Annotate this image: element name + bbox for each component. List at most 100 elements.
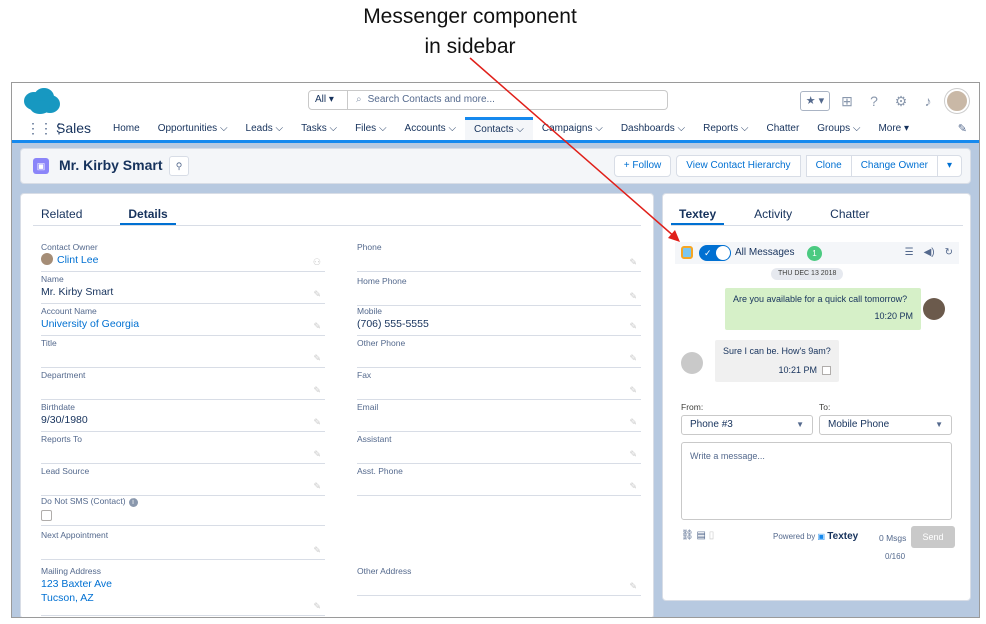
edit-pencil-icon[interactable]: ✎ xyxy=(313,385,321,396)
plus-icon[interactable]: ⊞ xyxy=(837,91,857,111)
edit-pencil-icon[interactable]: ✎ xyxy=(313,417,321,428)
speaker-icon[interactable]: ◀) xyxy=(924,242,935,264)
attach-icon[interactable]: ⛓ xyxy=(681,530,694,541)
nav-item[interactable]: Dashboards ⌵ xyxy=(612,117,694,140)
user-avatar[interactable] xyxy=(945,89,969,113)
help-icon[interactable]: ? xyxy=(864,91,884,111)
field-value[interactable]: University of Georgia xyxy=(41,317,325,331)
field-right-0: Phone ✎ xyxy=(357,242,641,272)
edit-pencil-icon[interactable]: ✎ xyxy=(629,417,637,428)
do-not-sms-checkbox[interactable] xyxy=(41,510,52,521)
nav-item[interactable]: More ▾ xyxy=(869,117,918,140)
field-value[interactable]: 123 Baxter Ave xyxy=(41,577,325,591)
field-value xyxy=(357,253,641,267)
field-right-8: Other Address ✎ xyxy=(357,566,641,596)
field-label: Department xyxy=(41,370,86,380)
nav-item[interactable]: Leads ⌵ xyxy=(237,117,293,140)
messenger-tab[interactable]: Activity xyxy=(746,204,800,225)
message-counter: 0 Msgs xyxy=(879,533,907,543)
annotation-caption: Messenger component in sidebar xyxy=(300,2,640,62)
nav-item[interactable]: Contacts ⌵ xyxy=(465,117,533,140)
messenger-tab[interactable]: Textey xyxy=(671,204,725,225)
edit-pencil-icon[interactable]: ✎ xyxy=(313,545,321,556)
edit-pencil-icon[interactable]: ✎ xyxy=(629,581,637,592)
nav-item[interactable]: Campaigns ⌵ xyxy=(533,117,612,140)
character-count: 0/160 xyxy=(885,552,906,561)
edit-nav-icon[interactable]: ✎ xyxy=(958,122,967,135)
field-label: Reports To xyxy=(41,434,82,444)
field-value: Mr. Kirby Smart xyxy=(41,286,114,298)
from-select[interactable]: Phone #3 ▼ xyxy=(681,415,813,435)
edit-pencil-icon[interactable]: ✎ xyxy=(313,481,321,492)
nav-bar: ⋮⋮⋮ Sales Home Opportunities ⌵ Leads ⌵ Task… xyxy=(12,117,979,143)
bell-icon[interactable]: ♪ xyxy=(918,91,938,111)
message-textarea[interactable]: Write a message... xyxy=(681,442,952,520)
field-label: Assistant xyxy=(357,434,392,444)
change-owner-button[interactable]: Change Owner xyxy=(850,155,938,177)
filter-list-icon[interactable]: ☰ xyxy=(905,242,914,264)
global-search-input[interactable]: ⌕ Search Contacts and more... xyxy=(348,90,668,110)
follow-button[interactable]: + Follow xyxy=(613,155,672,177)
nav-item[interactable]: Opportunities ⌵ xyxy=(149,117,237,140)
composer-icons: ⛓ ▤ ▯ xyxy=(681,530,714,541)
field-label: Title xyxy=(41,338,57,348)
nav-item[interactable]: Chatter xyxy=(757,117,808,140)
nav-item[interactable]: Home xyxy=(104,117,149,140)
edit-pencil-icon[interactable]: ✎ xyxy=(629,353,637,364)
search-scope-dropdown[interactable]: All ▾ xyxy=(308,90,348,110)
nav-item[interactable]: Tasks ⌵ xyxy=(292,117,346,140)
view-contact-hierarchy-button[interactable]: View Contact Hierarchy xyxy=(676,155,801,177)
nav-item[interactable]: Files ⌵ xyxy=(346,117,395,140)
salesforce-logo[interactable] xyxy=(22,87,62,115)
contact-avatar xyxy=(681,352,703,374)
field-value: 9/30/1980 xyxy=(41,414,88,426)
edit-pencil-icon[interactable]: ✎ xyxy=(313,449,321,460)
edit-pencil-icon[interactable]: ✎ xyxy=(313,289,321,300)
more-actions-chevron-down-icon[interactable]: ▾ xyxy=(936,155,962,177)
field-label: Home Phone xyxy=(357,276,407,286)
trash-icon[interactable]: ▯ xyxy=(709,530,715,541)
field-label: Phone xyxy=(357,242,382,252)
edit-pencil-icon[interactable]: ✎ xyxy=(629,321,637,332)
field-left-10: Mailing Address 123 Baxter Ave Tucson, AZ ✎ xyxy=(41,566,325,616)
messenger-tab[interactable]: Chatter xyxy=(822,204,877,225)
edit-pencil-icon[interactable]: ✎ xyxy=(629,291,637,302)
incoming-message-time: 10:21 PM xyxy=(778,365,817,375)
outgoing-message-time: 10:20 PM xyxy=(874,311,913,321)
field-value: (706) 555-5555 xyxy=(357,318,429,330)
field-value-line2[interactable]: Tucson, AZ xyxy=(41,591,325,605)
template-icon[interactable]: ▤ xyxy=(696,530,705,541)
to-select[interactable]: Mobile Phone ▼ xyxy=(819,415,952,435)
field-value xyxy=(357,287,641,301)
field-right-6: Assistant ✎ xyxy=(357,434,641,464)
nav-item[interactable]: Groups ⌵ xyxy=(808,117,869,140)
hierarchy-icon[interactable]: ⚲ xyxy=(169,156,189,176)
field-value xyxy=(41,477,325,491)
send-button[interactable]: Send xyxy=(911,526,955,548)
change-owner-icon[interactable]: ⚇ xyxy=(313,257,321,268)
read-checkbox[interactable] xyxy=(822,366,831,375)
tab-related[interactable]: Related xyxy=(33,204,90,225)
messages-toggle[interactable]: ✓ xyxy=(699,245,731,261)
edit-pencil-icon[interactable]: ✎ xyxy=(629,385,637,396)
info-icon[interactable]: i xyxy=(128,498,138,507)
owner-avatar xyxy=(41,253,53,265)
tab-details[interactable]: Details xyxy=(120,204,176,225)
edit-pencil-icon[interactable]: ✎ xyxy=(629,257,637,268)
chevron-down-icon: ▼ xyxy=(796,420,804,429)
nav-item[interactable]: Accounts ⌵ xyxy=(396,117,466,140)
message-filter-label: All Messages xyxy=(735,247,795,258)
refresh-icon[interactable]: ↻ xyxy=(945,242,953,264)
clone-button[interactable]: Clone xyxy=(805,155,852,177)
edit-pencil-icon[interactable]: ✎ xyxy=(313,321,321,332)
incoming-message-text: Sure I can be. How's 9am? xyxy=(723,346,831,356)
edit-pencil-icon[interactable]: ✎ xyxy=(313,601,321,612)
edit-pencil-icon[interactable]: ✎ xyxy=(629,481,637,492)
nav-item[interactable]: Reports ⌵ xyxy=(694,117,757,140)
field-value[interactable]: Clint Lee xyxy=(41,253,325,267)
gear-icon[interactable]: ⚙ xyxy=(891,91,911,111)
field-right-1: Home Phone ✎ xyxy=(357,276,641,306)
favorites-star-icon[interactable]: ★ ▾ xyxy=(800,91,830,111)
edit-pencil-icon[interactable]: ✎ xyxy=(313,353,321,364)
edit-pencil-icon[interactable]: ✎ xyxy=(629,449,637,460)
